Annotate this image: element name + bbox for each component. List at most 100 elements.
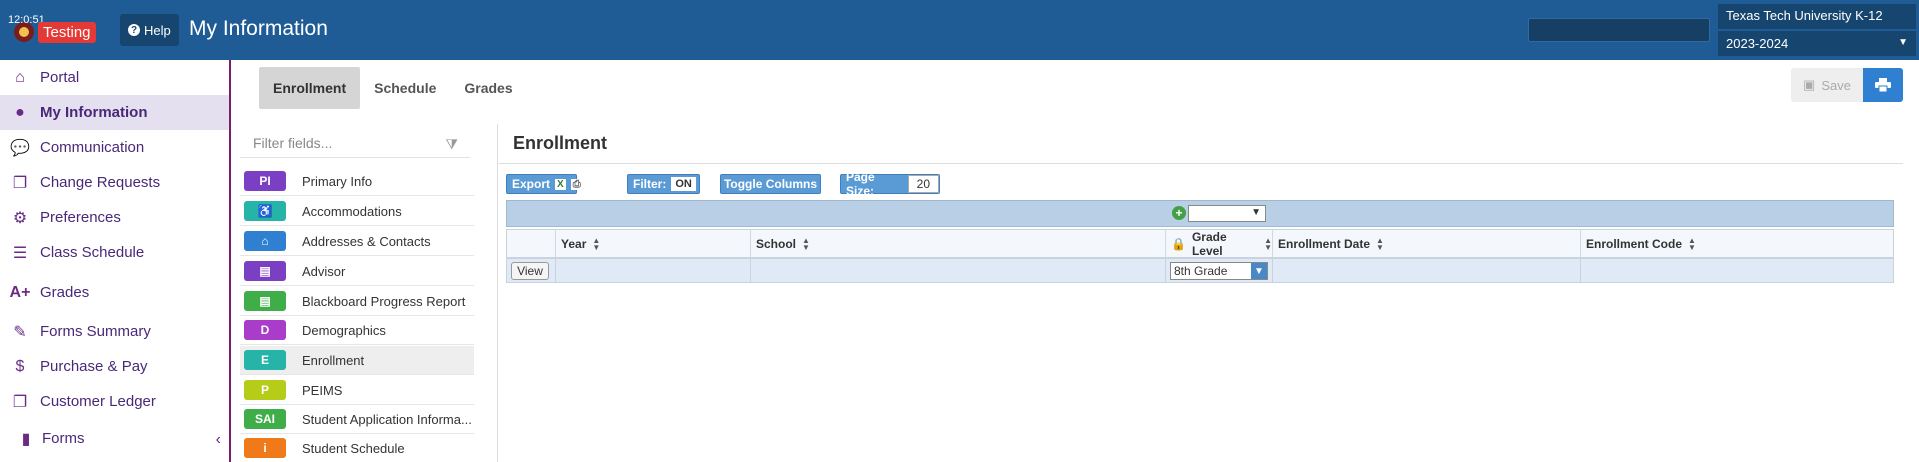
sidebar-item-label: Grades bbox=[40, 284, 90, 301]
section-title: Enrollment bbox=[513, 133, 608, 153]
tab-grades[interactable]: Grades bbox=[450, 67, 526, 109]
field-item-addresses-contacts[interactable]: ⌂ Addresses & Contacts bbox=[240, 227, 474, 256]
grade-level-select[interactable]: 8th Grade ▼ bbox=[1170, 262, 1268, 280]
field-badge: E bbox=[244, 350, 286, 370]
edit-icon: ✎ bbox=[13, 323, 27, 341]
ledger-icon: ❐ bbox=[12, 393, 28, 411]
sidebar-item-change-requests[interactable]: ❐ Change Requests bbox=[0, 165, 229, 200]
tab-schedule[interactable]: Schedule bbox=[360, 67, 450, 109]
cell-separator bbox=[750, 258, 751, 283]
save-button[interactable]: ▣ Save bbox=[1791, 68, 1863, 102]
main-divider bbox=[497, 124, 498, 462]
filter-fields-placeholder: Filter fields... bbox=[253, 135, 333, 151]
field-label: Student Schedule bbox=[302, 440, 405, 456]
field-item-demographics[interactable]: D Demographics bbox=[240, 316, 474, 345]
excel-icon[interactable]: X bbox=[555, 178, 566, 190]
column-header-school[interactable]: School ▲ ▼ bbox=[750, 229, 1165, 258]
sort-icon[interactable]: ▲ ▼ bbox=[1688, 236, 1696, 251]
cell-separator bbox=[1272, 258, 1273, 283]
tab-bar: Enrollment Schedule Grades bbox=[259, 67, 527, 109]
sidebar-item-label: Preferences bbox=[40, 209, 121, 226]
user-icon: ● bbox=[15, 103, 25, 121]
export-button[interactable]: Export X ⎙ bbox=[506, 174, 583, 194]
sidebar-item-label: Change Requests bbox=[40, 174, 161, 191]
sidebar-item-forms[interactable]: ▮ Forms ‹ bbox=[0, 421, 229, 456]
sidebar-item-communication[interactable]: 💬 Communication bbox=[0, 130, 229, 165]
column-header-grade-level[interactable]: 🔒 Grade Level ▲ ▼ bbox=[1165, 229, 1272, 258]
sidebar-item-forms-summary[interactable]: ✎ Forms Summary bbox=[0, 314, 229, 349]
field-label: Student Application Informa... bbox=[302, 411, 472, 427]
sidebar-item-portal[interactable]: ⌂ Portal bbox=[0, 60, 229, 95]
filter-value: ON bbox=[671, 177, 696, 191]
add-group-icon[interactable]: + bbox=[1172, 206, 1186, 220]
sort-icon[interactable]: ▲ ▼ bbox=[1376, 236, 1384, 251]
wheelchair-icon: ♿ bbox=[244, 201, 286, 221]
column-label: Enrollment Code bbox=[1586, 236, 1683, 251]
column-header-enrollment-date[interactable]: Enrollment Date ▲ ▼ bbox=[1272, 229, 1580, 258]
sidebar-item-purchase-pay[interactable]: $ Purchase & Pay bbox=[0, 349, 229, 384]
field-item-accommodations[interactable]: ♿ Accommodations bbox=[240, 197, 474, 226]
cell-separator bbox=[1165, 258, 1166, 283]
field-label: Advisor bbox=[302, 263, 346, 279]
column-header-enrollment-code[interactable]: Enrollment Code ▲ ▼ bbox=[1580, 229, 1894, 258]
field-item-advisor[interactable]: ▤ Advisor bbox=[240, 257, 474, 286]
app-root: 12:0:51 Testing ? Help My Information Te… bbox=[0, 0, 1919, 462]
column-label: Enrollment Date bbox=[1278, 236, 1371, 251]
filter-toggle-button[interactable]: Filter: ON bbox=[627, 174, 700, 194]
tab-enrollment[interactable]: Enrollment bbox=[259, 67, 361, 109]
field-label: Enrollment bbox=[302, 352, 365, 368]
printer-icon[interactable]: ⎙ bbox=[570, 178, 583, 190]
list-icon: ▤ bbox=[244, 291, 286, 311]
group-by-select[interactable]: ▼ bbox=[1188, 205, 1266, 222]
field-badge: PI bbox=[244, 171, 286, 191]
sidebar-item-customer-ledger[interactable]: ❐ Customer Ledger bbox=[0, 384, 229, 419]
page-size-control[interactable]: Page Size: 20 bbox=[840, 170, 940, 198]
field-item-enrollment[interactable]: E Enrollment bbox=[240, 346, 474, 375]
sidebar-item-label: Communication bbox=[40, 139, 145, 156]
sidebar-item-preferences[interactable]: ⚙ Preferences bbox=[0, 200, 229, 235]
a-plus-icon: A+ bbox=[9, 283, 31, 301]
caret-down-icon: ▼ bbox=[1898, 37, 1908, 48]
field-item-primary-info[interactable]: PI Primary Info bbox=[240, 167, 474, 196]
help-button[interactable]: ? Help bbox=[120, 14, 179, 46]
dollar-icon: $ bbox=[15, 357, 25, 375]
sort-icon[interactable]: ▲ ▼ bbox=[802, 236, 810, 251]
toggle-columns-button[interactable]: Toggle Columns bbox=[720, 174, 821, 194]
page-title: My Information bbox=[189, 17, 328, 40]
sort-icon[interactable]: ▲ ▼ bbox=[592, 236, 600, 251]
field-item-blackboard-progress-report[interactable]: ▤ Blackboard Progress Report bbox=[240, 287, 474, 316]
sidebar-item-class-schedule[interactable]: ☰ Class Schedule bbox=[0, 235, 229, 270]
column-header-year[interactable]: Year ▲ ▼ bbox=[555, 229, 750, 258]
top-header: 12:0:51 Testing ? Help My Information Te… bbox=[0, 0, 1919, 60]
documents-icon: ❐ bbox=[12, 174, 28, 192]
lock-icon: 🔒 bbox=[1171, 236, 1186, 251]
field-item-peims[interactable]: P PEIMS bbox=[240, 376, 474, 405]
home-icon: ⌂ bbox=[244, 231, 286, 251]
info-icon: i bbox=[244, 438, 286, 458]
print-button[interactable] bbox=[1863, 68, 1903, 102]
sidebar-item-label: Forms Summary bbox=[40, 323, 151, 340]
sidebar-item-my-information[interactable]: ● My Information bbox=[0, 95, 229, 130]
sidebar-item-label: Portal bbox=[40, 69, 80, 86]
page-size-input[interactable]: 20 bbox=[907, 175, 939, 193]
chevron-left-icon[interactable]: ‹ bbox=[216, 431, 221, 449]
column-label: Grade Level bbox=[1191, 229, 1227, 258]
grade-level-value: 8th Grade bbox=[1174, 264, 1228, 278]
export-label: Export bbox=[512, 177, 551, 191]
file-icon: ▮ bbox=[21, 430, 31, 448]
question-icon: ? bbox=[128, 24, 140, 36]
sort-icon[interactable]: ▲ ▼ bbox=[1264, 236, 1272, 251]
year-select[interactable]: 2023-2024 ▼ bbox=[1718, 31, 1916, 56]
field-item-student-schedule[interactable]: i Student Schedule bbox=[240, 434, 474, 462]
filter-fields-input[interactable]: Filter fields... ⧩ bbox=[240, 128, 470, 158]
view-button[interactable]: View bbox=[511, 262, 549, 280]
school-select[interactable]: Texas Tech University K-12 bbox=[1718, 4, 1916, 29]
testing-badge: Testing bbox=[38, 22, 96, 43]
header-search-input[interactable] bbox=[1528, 18, 1710, 42]
field-badge: D bbox=[244, 320, 286, 340]
field-item-student-application-information[interactable]: SAI Student Application Informa... bbox=[240, 405, 474, 434]
cell-separator bbox=[555, 258, 556, 283]
sidebar-item-label: Class Schedule bbox=[40, 244, 145, 261]
caret-down-icon: ▼ bbox=[1251, 207, 1261, 218]
sidebar-item-grades[interactable]: A+ Grades bbox=[0, 275, 229, 310]
